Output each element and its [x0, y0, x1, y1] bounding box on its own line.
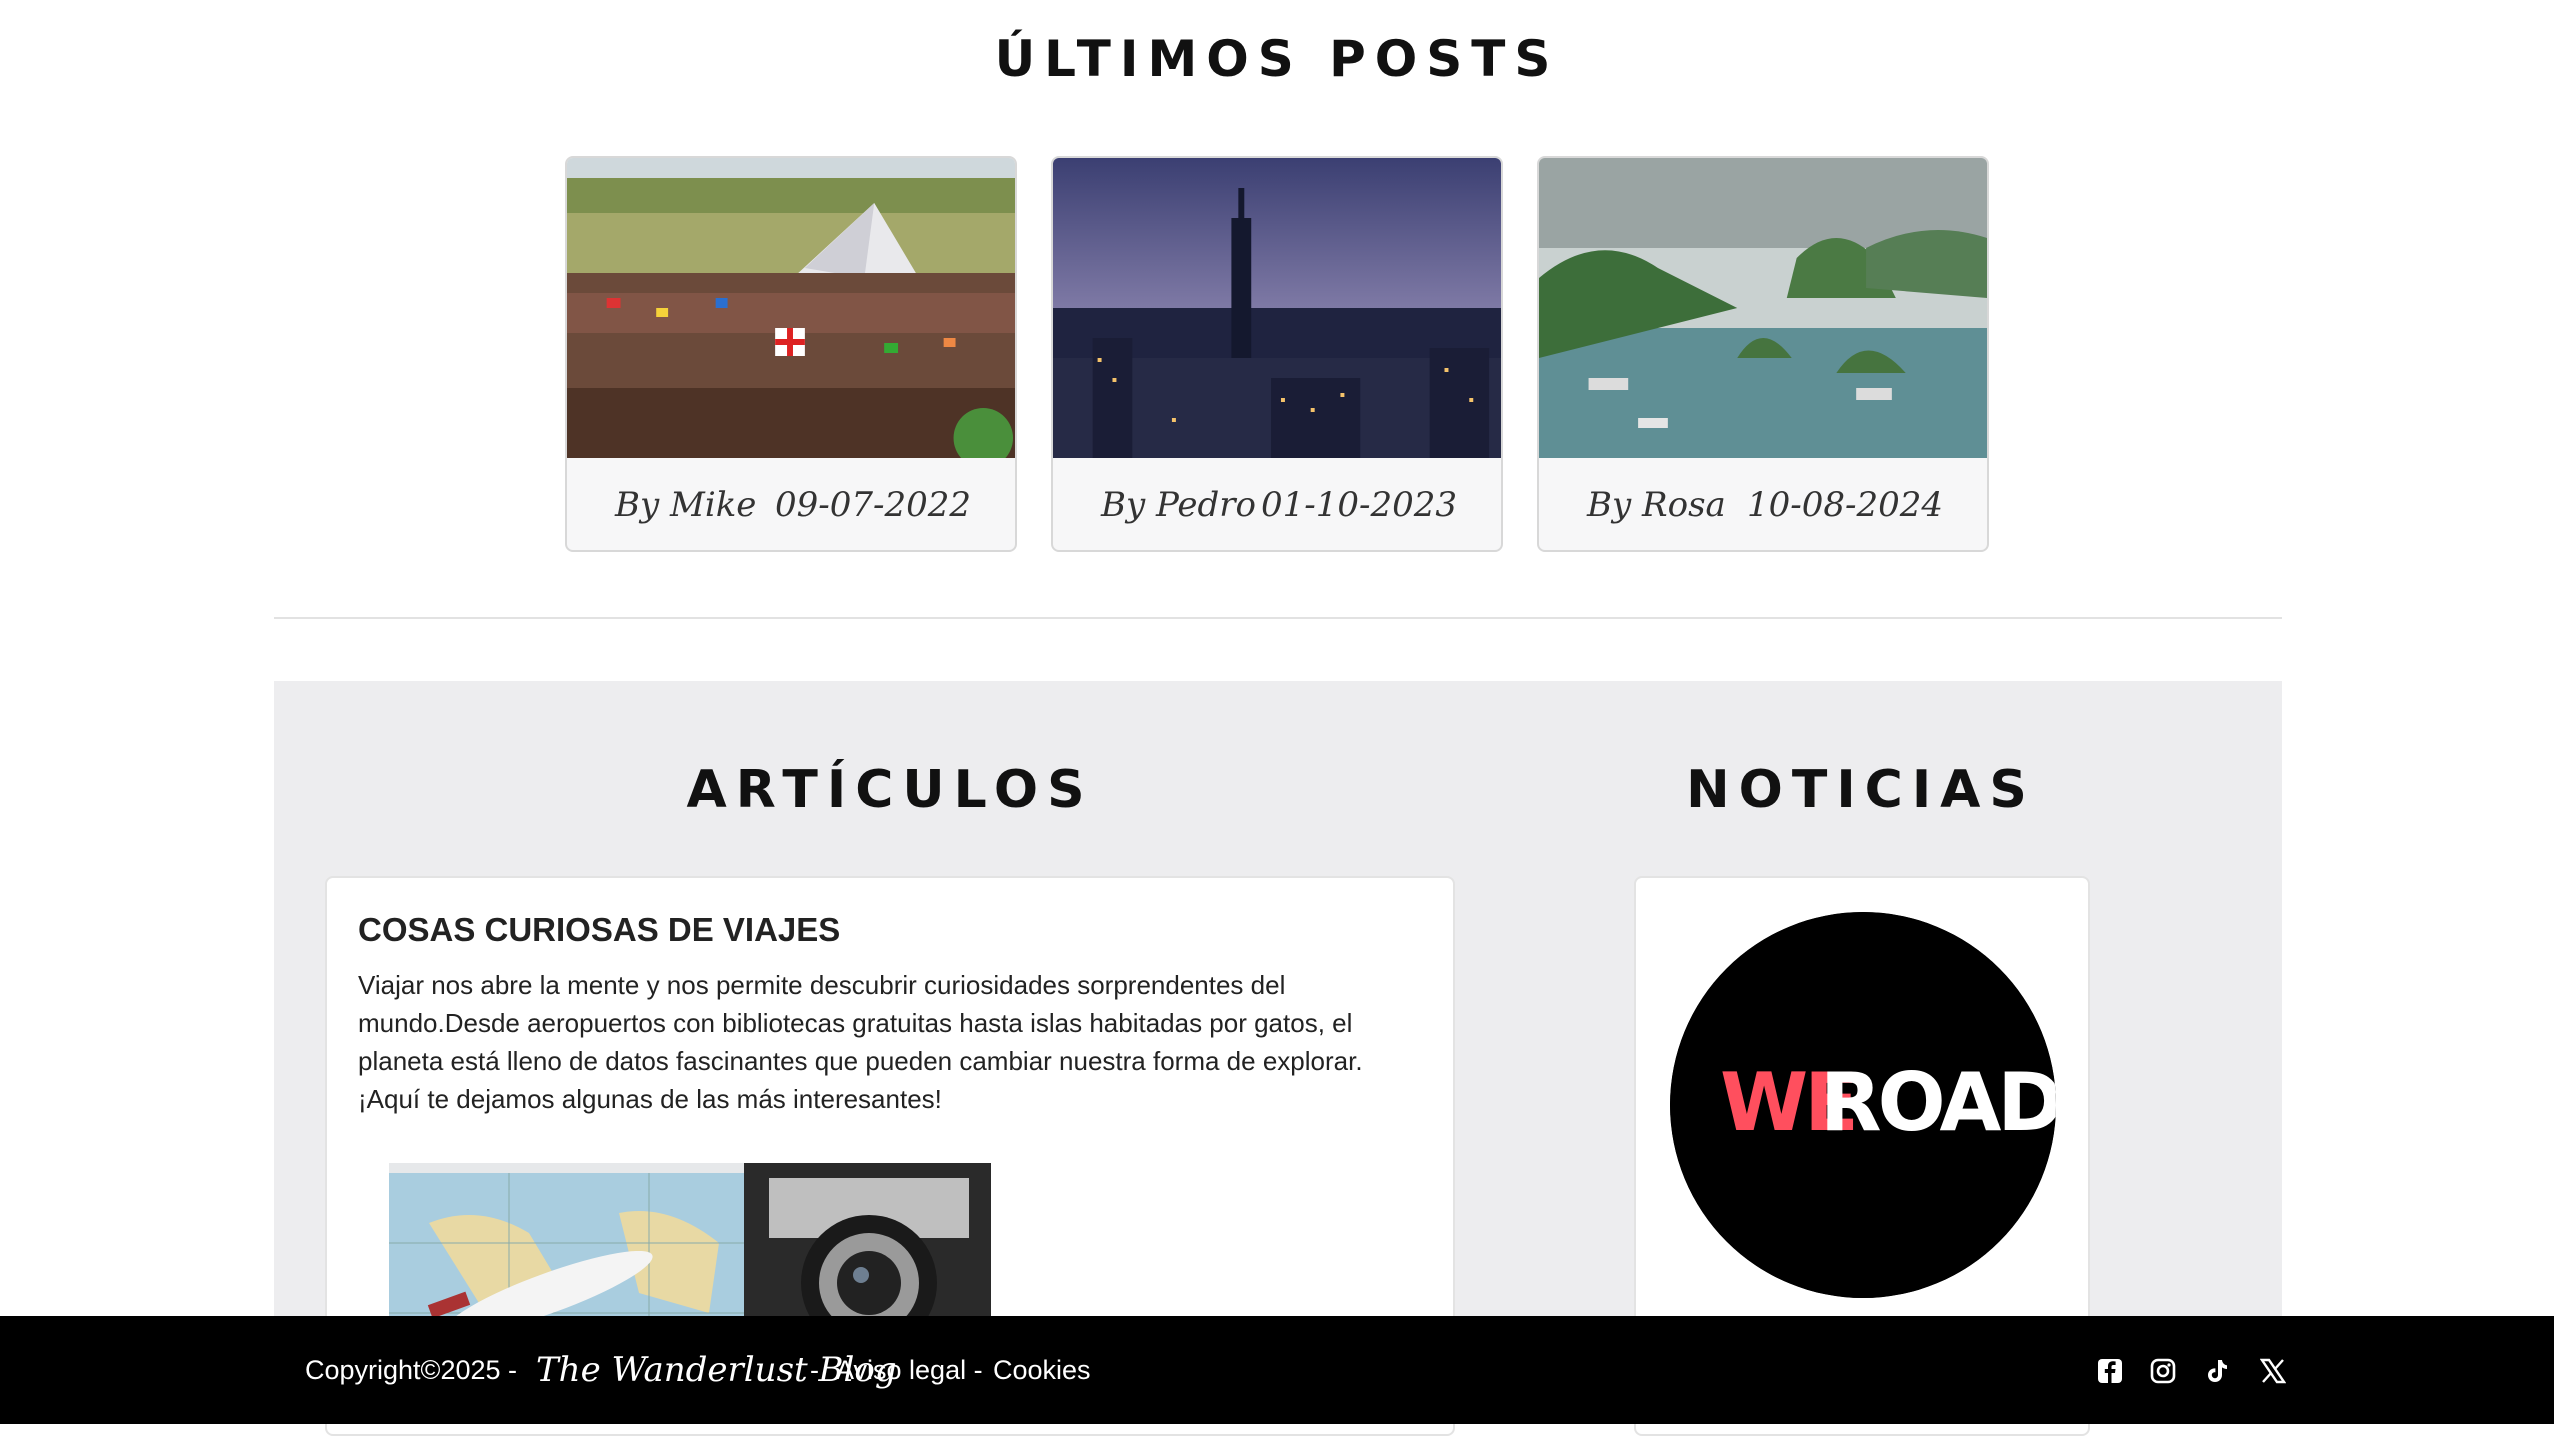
post-author: By Mike: [615, 485, 757, 525]
facebook-icon[interactable]: [2097, 1358, 2123, 1384]
footer-separator: -: [810, 1355, 819, 1385]
post-image-ha-long-bay[interactable]: [1539, 158, 1987, 458]
news-title: NOTICIAS: [1686, 760, 2036, 820]
footer-cookies-link[interactable]: Cookies: [993, 1316, 1091, 1424]
post-image-new-york[interactable]: [1053, 158, 1501, 458]
footer-copyright: Copyright©2025 -: [305, 1355, 518, 1385]
post-card[interactable]: By Mike 09-07-2022: [565, 156, 1017, 552]
article-body: Viajar nos abre la mente y nos permite d…: [358, 970, 1363, 1114]
post-image-festival[interactable]: [567, 158, 1015, 458]
articles-title: ARTÍCULOS: [686, 760, 1094, 820]
latest-posts-title: ÚLTIMOS POSTS: [994, 30, 1560, 88]
section-divider: [274, 617, 2282, 619]
post-card[interactable]: By Rosa 10-08-2024: [1537, 156, 1989, 552]
post-meta: By Pedro 01-10-2023: [1053, 458, 1501, 550]
post-date: 01-10-2023: [1260, 485, 1457, 525]
tiktok-icon[interactable]: [2204, 1358, 2230, 1384]
post-date: 09-07-2022: [774, 485, 971, 525]
post-author: By Pedro: [1101, 485, 1256, 525]
weroad-logo[interactable]: WE ROAD: [1670, 912, 2056, 1298]
x-icon[interactable]: [2260, 1358, 2286, 1384]
footer: Copyright©2025 - The Wanderlust Blog - A…: [0, 1316, 2554, 1424]
svg-text:ROAD: ROAD: [1820, 1056, 2056, 1149]
post-meta: By Mike 09-07-2022: [567, 458, 1015, 550]
instagram-icon[interactable]: [2150, 1358, 2176, 1384]
post-card[interactable]: By Pedro 01-10-2023: [1051, 156, 1503, 552]
post-date: 10-08-2024: [1746, 485, 1943, 525]
article-heading[interactable]: COSAS CURIOSAS DE VIAJES: [358, 911, 840, 949]
footer-legal-link[interactable]: Aviso legal -: [836, 1316, 983, 1424]
post-meta: By Rosa 10-08-2024: [1539, 458, 1987, 550]
post-author: By Rosa: [1587, 485, 1726, 525]
